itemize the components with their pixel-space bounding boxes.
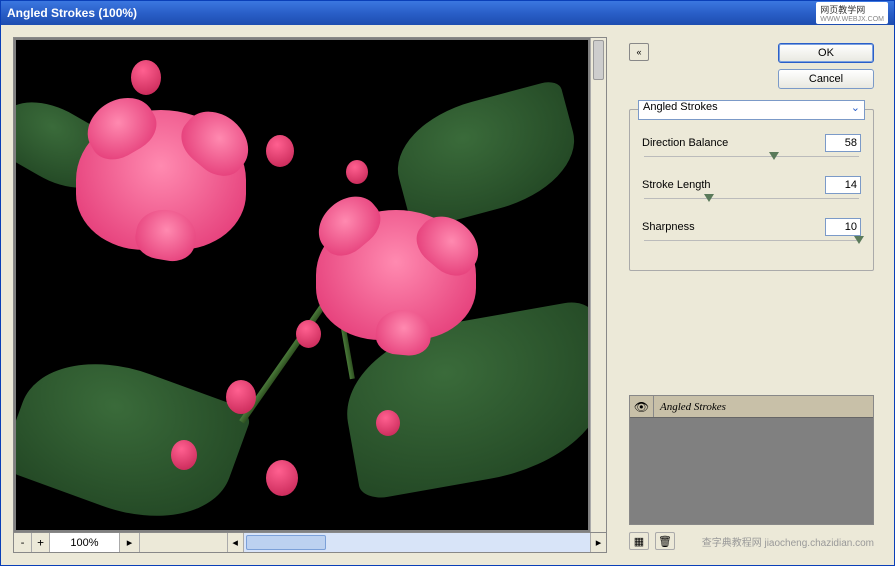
- zoom-in-button[interactable]: +: [32, 533, 50, 552]
- param-label: Sharpness: [642, 221, 695, 233]
- filter-gallery-window: Angled Strokes (100%) 网页教学网 WWW.WEBJX.CO…: [0, 0, 895, 566]
- vscroll-thumb[interactable]: [593, 40, 604, 80]
- chevron-down-icon: ⌄: [851, 101, 860, 114]
- delete-effect-layer-icon[interactable]: 🗑: [655, 532, 675, 550]
- bottom-toolbar: ▦ 🗑 查字典教程网 jiaocheng.chazidian.com: [629, 525, 874, 553]
- stroke-length-slider[interactable]: [644, 198, 859, 208]
- direction-balance-slider[interactable]: [644, 156, 859, 166]
- site-badge: 网页教学网 WWW.WEBJX.COM: [816, 2, 888, 24]
- hscroll-right-button[interactable]: ▸: [590, 533, 606, 552]
- button-stack: OK Cancel: [659, 43, 874, 89]
- ok-button[interactable]: OK: [778, 43, 874, 63]
- horizontal-scrollbar[interactable]: [243, 533, 590, 552]
- zoom-percent[interactable]: 100%: [50, 533, 120, 552]
- window-title: Angled Strokes (100%): [7, 6, 137, 20]
- zoom-out-button[interactable]: -: [14, 533, 32, 552]
- effect-layer-row[interactable]: 👁 Angled Strokes: [630, 396, 873, 418]
- cancel-button[interactable]: Cancel: [778, 69, 874, 89]
- direction-balance-input[interactable]: [825, 134, 861, 152]
- effect-layer-name: Angled Strokes: [654, 401, 726, 413]
- filter-select-value: Angled Strokes: [643, 101, 718, 113]
- slider-handle-icon[interactable]: [769, 152, 779, 160]
- new-effect-layer-icon[interactable]: ▦: [629, 532, 649, 550]
- sharpness-input[interactable]: [825, 218, 861, 236]
- top-buttons: « OK Cancel: [629, 43, 874, 89]
- zoom-gap: [140, 533, 227, 552]
- titlebar: Angled Strokes (100%) 网页教学网 WWW.WEBJX.CO…: [1, 1, 894, 25]
- stroke-length-input[interactable]: [825, 176, 861, 194]
- preview-pane: - + 100% ▸ ◂ ▸: [1, 25, 619, 565]
- hscroll-thumb[interactable]: [246, 535, 326, 550]
- content-area: - + 100% ▸ ◂ ▸ « OK Cancel: [1, 25, 894, 565]
- canvas-wrap: [14, 38, 606, 532]
- zoom-bar: - + 100% ▸ ◂ ▸: [13, 533, 607, 553]
- hscroll-left-button[interactable]: ◂: [227, 533, 243, 552]
- param-sharpness: Sharpness: [642, 218, 861, 250]
- param-label: Stroke Length: [642, 179, 711, 191]
- filter-settings-group: Angled Strokes ⌄ Direction Balance Strok…: [629, 109, 874, 271]
- controls-pane: « OK Cancel Angled Strokes ⌄ Direction B…: [619, 25, 894, 565]
- zoom-menu-arrow[interactable]: ▸: [120, 533, 140, 552]
- sharpness-slider[interactable]: [644, 240, 859, 250]
- visibility-eye-icon[interactable]: 👁: [630, 396, 654, 417]
- slider-handle-icon[interactable]: [704, 194, 714, 202]
- effect-layers-box: 👁 Angled Strokes: [629, 395, 874, 525]
- expand-toggle-icon[interactable]: «: [629, 43, 649, 61]
- preview-frame: [13, 37, 607, 533]
- param-stroke-length: Stroke Length: [642, 176, 861, 208]
- watermark-text: 查字典教程网 jiaocheng.chazidian.com: [702, 534, 874, 549]
- param-label: Direction Balance: [642, 137, 728, 149]
- param-direction-balance: Direction Balance: [642, 134, 861, 166]
- slider-handle-icon[interactable]: [854, 236, 864, 244]
- preview-canvas[interactable]: [16, 40, 588, 530]
- vertical-scrollbar[interactable]: [590, 38, 606, 532]
- filter-select[interactable]: Angled Strokes ⌄: [638, 100, 865, 120]
